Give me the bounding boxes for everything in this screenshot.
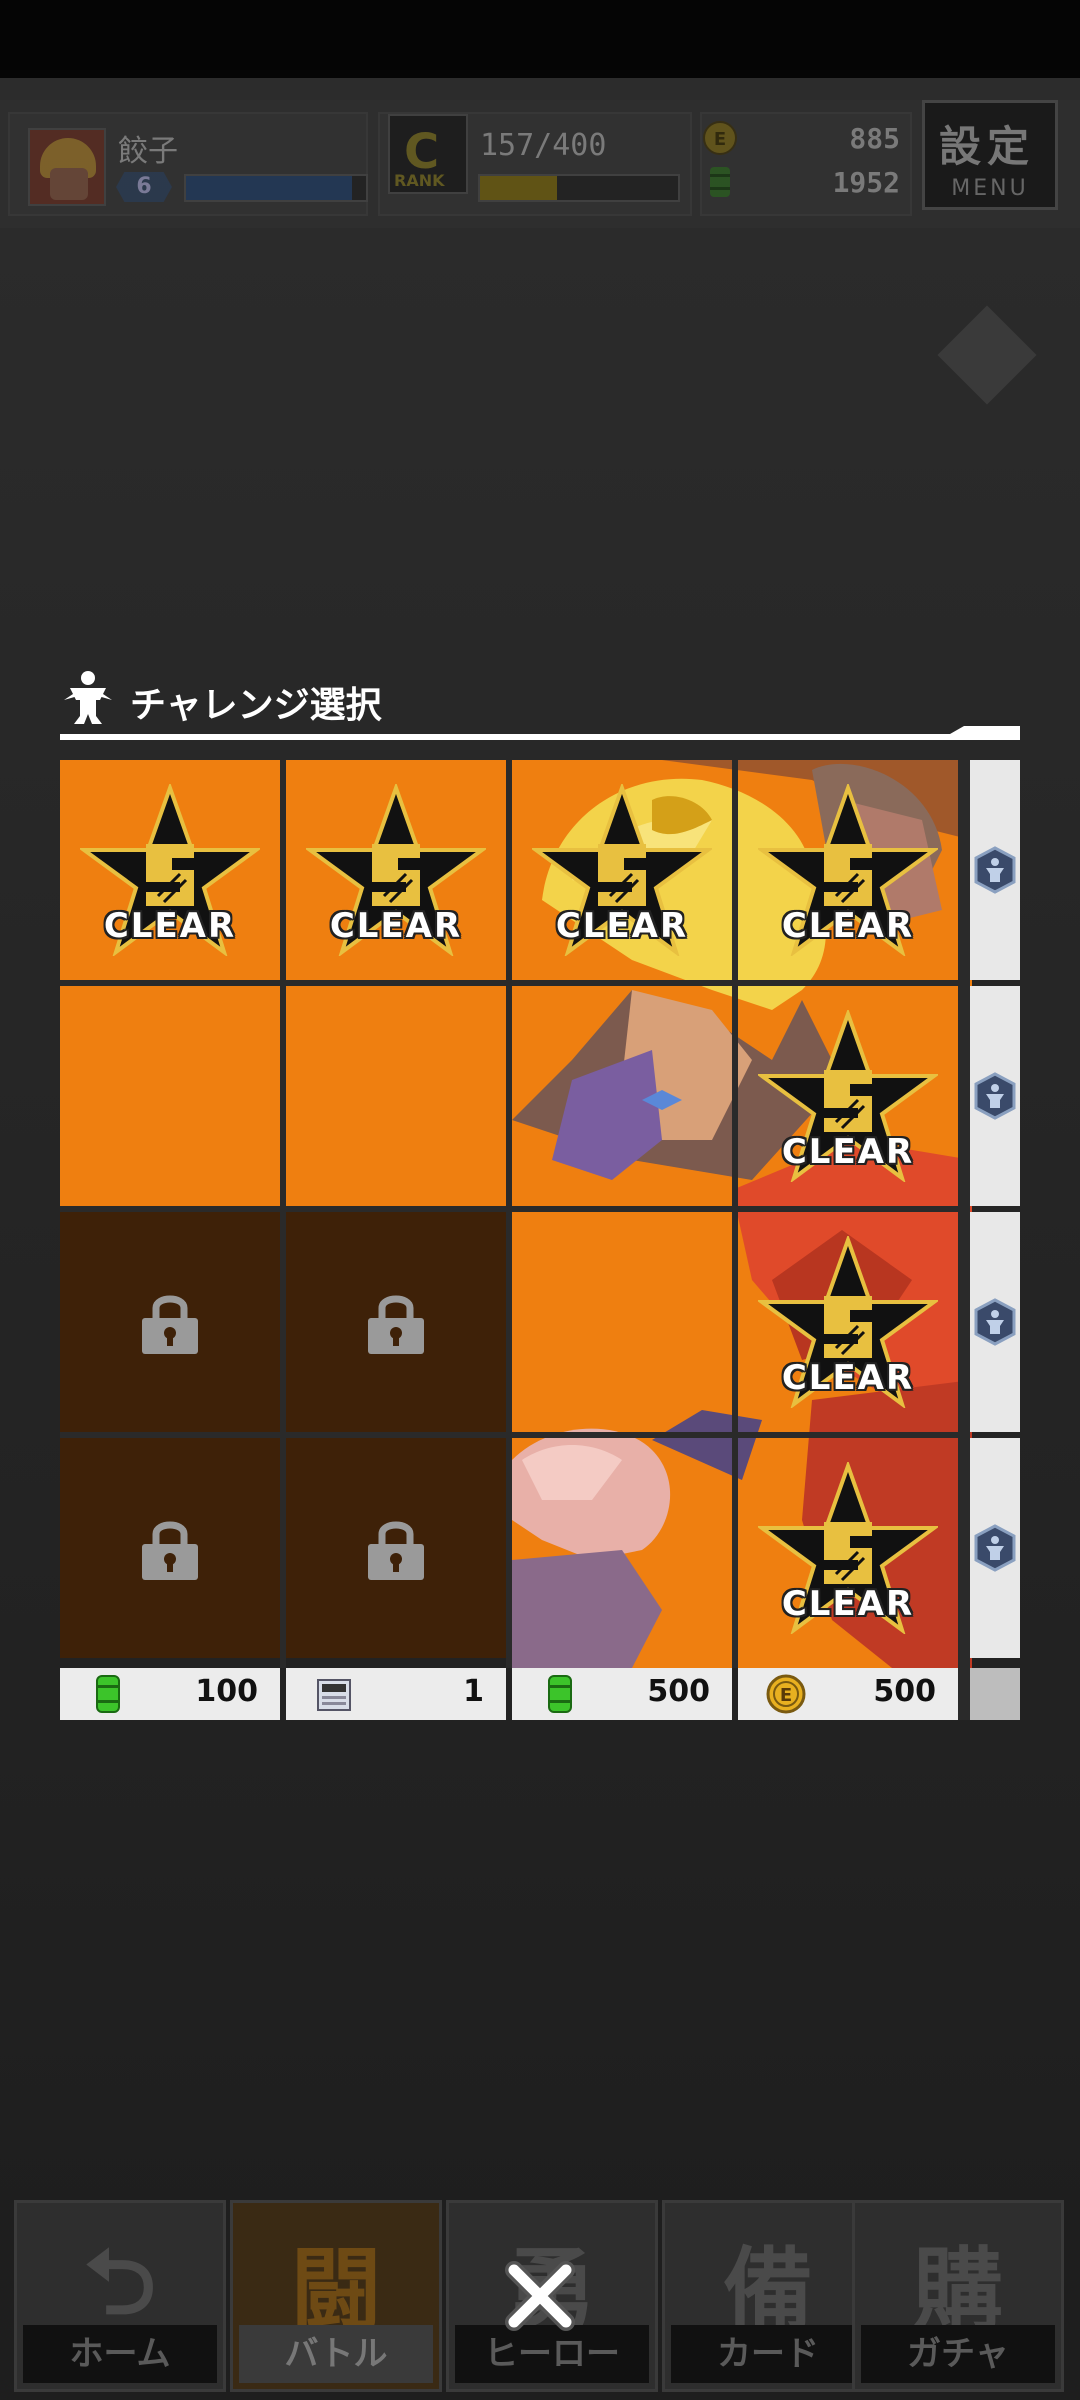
clear-label: CLEAR	[781, 1584, 915, 1624]
challenge-cell-cleared[interactable]: CLEAR	[738, 1212, 958, 1432]
player-name: 餃子	[118, 134, 178, 169]
hero-medal-icon	[974, 1298, 1016, 1346]
challenge-cell-locked[interactable]	[286, 1438, 506, 1658]
tab-card[interactable]: 備 カード	[662, 2200, 874, 2392]
hero-medal-icon	[974, 1072, 1016, 1120]
column-reward-2[interactable]: 1	[286, 1668, 506, 1720]
close-icon[interactable]	[500, 2256, 580, 2336]
row-bonus-1[interactable]	[970, 760, 1020, 980]
challenge-cell-locked[interactable]	[60, 1438, 280, 1658]
row-bonus-4[interactable]	[970, 1438, 1020, 1658]
ticket-icon	[317, 1679, 351, 1711]
grid-divider	[280, 760, 286, 1668]
rank-panel[interactable]: C RANK 157/400	[378, 112, 692, 216]
challenge-cell-cleared[interactable]: CLEAR	[738, 986, 958, 1206]
xp-bar	[184, 174, 368, 202]
challenge-cell-cleared[interactable]: CLEAR	[60, 760, 280, 980]
challenge-cell-open[interactable]	[512, 1438, 732, 1658]
green-amount: 1952	[832, 166, 900, 199]
grid-divider	[60, 1206, 958, 1212]
player-panel[interactable]: 餃子 6	[8, 112, 368, 216]
clear-label: CLEAR	[555, 906, 689, 946]
dialog-title: チャレンジ選択	[130, 685, 382, 726]
challenge-cell-open[interactable]	[286, 986, 506, 1206]
title-divider	[60, 734, 1020, 740]
padlock-icon	[142, 1521, 198, 1580]
padlock-icon	[368, 1521, 424, 1580]
challenge-cell-locked[interactable]	[286, 1212, 506, 1432]
gold-amount: 885	[849, 122, 900, 155]
reward-amount: 100	[195, 1674, 258, 1709]
hero-medal-icon	[974, 846, 1016, 894]
grid-divider	[60, 980, 958, 986]
grid-divider	[506, 760, 512, 1668]
clear-label: CLEAR	[781, 1358, 915, 1398]
column-reward-1[interactable]: 100	[60, 1668, 280, 1720]
grid-divider	[60, 1432, 958, 1438]
challenge-cell-locked[interactable]	[60, 1212, 280, 1432]
rank-icon: C RANK	[388, 114, 468, 194]
menu-button-sublabel: MENU	[951, 176, 1029, 201]
tab-battle[interactable]: 闘 バトル	[230, 2200, 442, 2392]
rank-progress-text: 157/400	[480, 128, 607, 163]
tab-label: ホーム	[23, 2325, 217, 2383]
svg-text:E: E	[714, 129, 726, 150]
padlock-icon	[368, 1295, 424, 1354]
clear-label: CLEAR	[781, 906, 915, 946]
reward-amount: 500	[873, 1674, 936, 1709]
tab-label: バトル	[239, 2325, 433, 2383]
challenge-cell-open[interactable]	[512, 986, 732, 1206]
currency-panel[interactable]: E 885 1952	[700, 112, 912, 216]
challenge-cell-cleared[interactable]: CLEAR	[512, 760, 732, 980]
grid-divider	[958, 760, 970, 1720]
level-badge: 6	[116, 172, 172, 202]
challenge-cell-cleared[interactable]: CLEAR	[286, 760, 506, 980]
grid-divider	[732, 760, 738, 1668]
reward-side-cell	[970, 1668, 1020, 1720]
hero-figure-icon	[64, 671, 112, 724]
clear-label: CLEAR	[329, 906, 463, 946]
top-header: 餃子 6 C RANK 157/400 E 885 1952	[0, 100, 1080, 228]
rank-progress-fill	[480, 176, 558, 200]
green-barrel-icon	[548, 1675, 572, 1713]
challenge-cell-cleared[interactable]: CLEAR	[738, 760, 958, 980]
column-reward-4[interactable]: E 500	[738, 1668, 958, 1720]
tab-label: カード	[671, 2325, 865, 2383]
row-bonus-2[interactable]	[970, 986, 1020, 1206]
challenge-cell-open[interactable]	[60, 986, 280, 1206]
row-bonus-3[interactable]	[970, 1212, 1020, 1432]
status-bar	[0, 0, 1080, 78]
tab-home[interactable]: ⮌ ホーム	[14, 2200, 226, 2392]
reward-amount: 1	[463, 1674, 484, 1709]
gold-coin-icon: E	[703, 121, 737, 155]
avatar[interactable]	[28, 128, 106, 206]
menu-button[interactable]: 設定 MENU	[922, 100, 1058, 210]
column-reward-3[interactable]: 500	[512, 1668, 732, 1720]
rank-progress-bar	[478, 174, 680, 202]
hero-medal-icon	[974, 1524, 1016, 1572]
challenge-cell-cleared[interactable]: CLEAR	[738, 1438, 958, 1658]
xp-bar-fill	[186, 176, 352, 200]
green-barrel-icon	[710, 167, 730, 197]
padlock-icon	[142, 1295, 198, 1354]
challenge-grid: CLEAR CLEAR CLEAR CLEAR CLEAR CLEAR CLEA…	[60, 760, 1020, 1720]
gold-coin-icon: E	[766, 1674, 806, 1714]
green-barrel-icon	[96, 1675, 120, 1713]
clear-label: CLEAR	[781, 1132, 915, 1172]
tab-gacha[interactable]: 購 ガチャ	[852, 2200, 1064, 2392]
svg-text:E: E	[780, 1685, 792, 1706]
clear-label: CLEAR	[103, 906, 237, 946]
challenge-cell-open[interactable]	[512, 1212, 732, 1432]
reward-amount: 500	[647, 1674, 710, 1709]
menu-button-label: 設定	[939, 122, 1036, 171]
tab-label: ガチャ	[861, 2325, 1055, 2383]
